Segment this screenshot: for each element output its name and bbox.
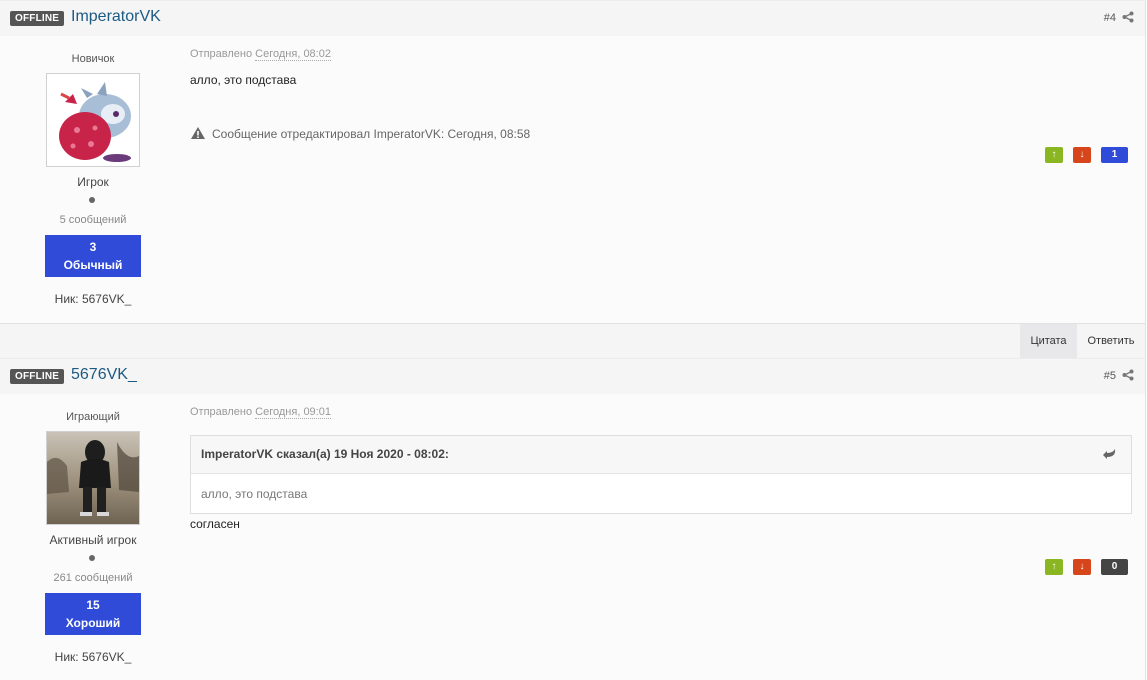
user-rank: Активный игрок xyxy=(49,533,137,547)
post-header: OFFLINE ImperatorVK #4 xyxy=(0,0,1146,37)
user-nick: Ник: 5676VK_ xyxy=(54,292,132,306)
user-nick: Ник: 5676VK_ xyxy=(54,650,132,664)
posted-date: Отправлено Сегодня, 08:02 xyxy=(190,48,331,61)
forum-post: OFFLINE 5676VK_ #5 Играющий Активный игр… xyxy=(0,358,1147,680)
post-body: Новичок Игрок 5 сообщений 3 Обычный Ник:… xyxy=(0,36,1146,323)
posted-time: Сегодня, 08:02 xyxy=(255,48,331,61)
post-body: Играющий Активный игрок 261 сообщений 15… xyxy=(0,394,1146,680)
avatar[interactable] xyxy=(46,431,140,525)
post-content: Отправлено Сегодня, 09:01 ImperatorVK ск… xyxy=(190,394,1132,680)
rank-pip xyxy=(89,197,95,203)
author-name-link[interactable]: ImperatorVK xyxy=(71,8,161,26)
warning-icon xyxy=(191,127,205,139)
share-icon[interactable] xyxy=(1122,369,1134,381)
post-count: 5 сообщений xyxy=(59,214,127,226)
post-text: алло, это подстава xyxy=(190,73,297,87)
arrow-up-icon: ↑ xyxy=(1051,149,1057,160)
post-count: 261 сообщений xyxy=(53,572,133,584)
vote-count: 1 xyxy=(1101,147,1128,163)
posted-date: Отправлено Сегодня, 09:01 xyxy=(190,406,331,419)
user-group: Новичок xyxy=(71,53,115,65)
status-badge: OFFLINE xyxy=(10,11,65,26)
vote-up-button[interactable]: ↑ xyxy=(1045,559,1063,575)
edit-note: Сообщение отредактировал ImperatorVK: Се… xyxy=(190,126,530,141)
status-badge: OFFLINE xyxy=(10,369,65,384)
reputation-badge: 15 Хороший xyxy=(45,593,141,635)
user-rank: Игрок xyxy=(77,175,109,189)
vote-down-button[interactable]: ↓ xyxy=(1073,559,1091,575)
post-number-link[interactable]: #4 xyxy=(1104,12,1116,24)
reputation-label: Обычный xyxy=(63,258,123,272)
forum-post: OFFLINE ImperatorVK #4 Новичок Игрок 5 с… xyxy=(0,0,1147,323)
reputation-badge: 3 Обычный xyxy=(45,235,141,277)
quote-header: ImperatorVK сказал(а) 19 Ноя 2020 - 08:0… xyxy=(191,436,1131,474)
reputation-value: 3 xyxy=(89,240,97,254)
author-info: Играющий Активный игрок 261 сообщений 15… xyxy=(0,394,186,680)
user-group: Играющий xyxy=(66,411,120,423)
rank-pip xyxy=(89,555,95,561)
arrow-up-icon: ↑ xyxy=(1051,561,1057,572)
person-photo-avatar xyxy=(47,432,139,524)
edit-note-text: Сообщение отредактировал ImperatorVK: Се… xyxy=(212,127,531,141)
post-number-link[interactable]: #5 xyxy=(1104,370,1116,382)
reply-button[interactable]: Ответить xyxy=(1077,324,1145,358)
vote-count: 0 xyxy=(1101,559,1128,575)
cartoon-creature-avatar xyxy=(47,74,139,166)
post-action-bar: Цитата Ответить xyxy=(0,323,1146,359)
posted-time: Сегодня, 09:01 xyxy=(255,406,331,419)
post-header: OFFLINE 5676VK_ #5 xyxy=(0,358,1146,395)
reputation-value: 15 xyxy=(86,598,100,612)
avatar[interactable] xyxy=(46,73,140,167)
post-text: согласен xyxy=(190,517,240,531)
author-info: Новичок Игрок 5 сообщений 3 Обычный Ник:… xyxy=(0,36,186,323)
blockquote: ImperatorVK сказал(а) 19 Ноя 2020 - 08:0… xyxy=(190,435,1132,514)
quote-text: алло, это подстава xyxy=(201,487,308,501)
posted-label: Отправлено xyxy=(190,48,253,60)
quote-citation: ImperatorVK сказал(а) 19 Ноя 2020 - 08:0… xyxy=(201,447,449,461)
posted-label: Отправлено xyxy=(190,406,253,418)
arrow-down-icon: ↓ xyxy=(1079,561,1085,572)
share-icon[interactable] xyxy=(1122,11,1134,23)
quote-return-icon[interactable] xyxy=(1103,448,1117,460)
vote-down-button[interactable]: ↓ xyxy=(1073,147,1091,163)
arrow-down-icon: ↓ xyxy=(1079,149,1085,160)
reputation-label: Хороший xyxy=(65,616,121,630)
vote-up-button[interactable]: ↑ xyxy=(1045,147,1063,163)
post-content: Отправлено Сегодня, 08:02 алло, это подс… xyxy=(190,36,1131,323)
quote-button[interactable]: Цитата xyxy=(1020,324,1077,358)
author-name-link[interactable]: 5676VK_ xyxy=(71,366,137,384)
